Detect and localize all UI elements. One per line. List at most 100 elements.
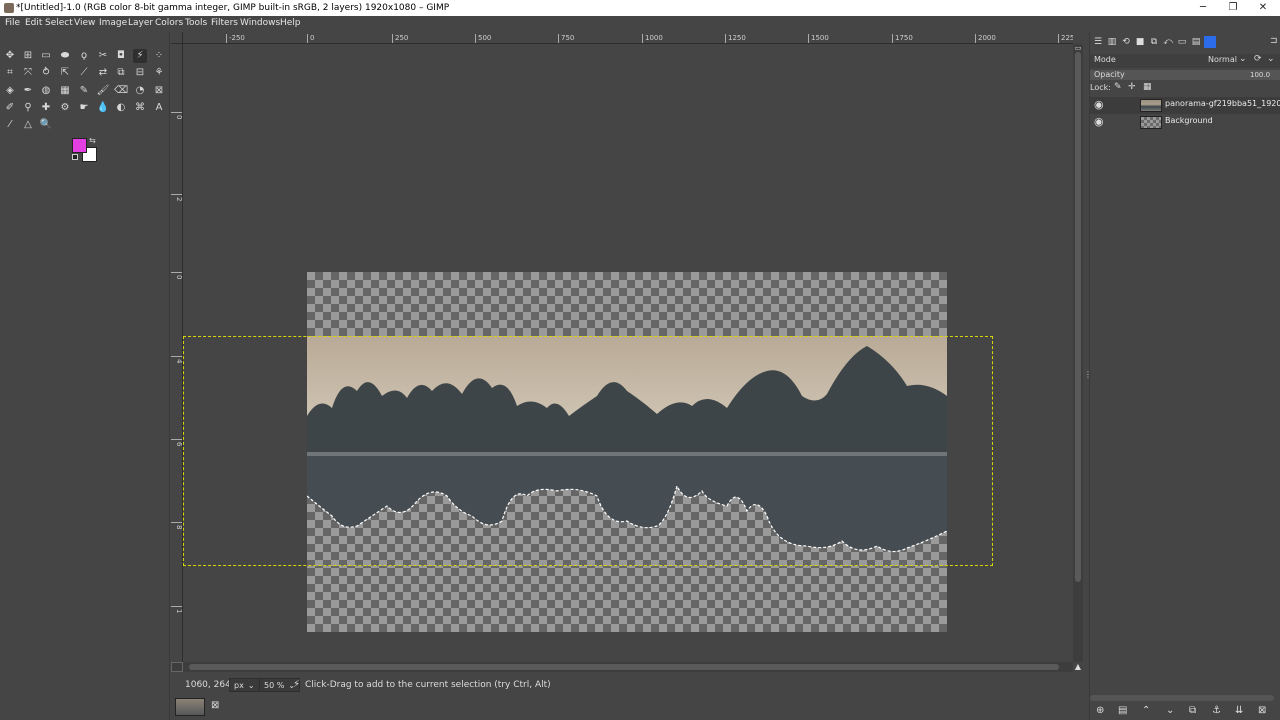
anchor-layer-icon[interactable]: ⚓ xyxy=(1212,705,1221,716)
flip-tool-icon[interactable]: ⇄ xyxy=(96,66,110,80)
foreground-color-swatch[interactable] xyxy=(72,138,87,153)
ellipse-select-tool-icon[interactable]: ⬬ xyxy=(58,49,72,63)
raise-layer-icon[interactable]: ⌃ xyxy=(1142,705,1150,716)
reset-mode-icon[interactable]: ⟳ xyxy=(1254,54,1262,64)
lock-position-icon[interactable]: ✛ xyxy=(1128,82,1136,92)
tool-options-tab-icon[interactable]: ☰ xyxy=(1092,36,1104,48)
pencil-tool-icon[interactable]: ✎ xyxy=(77,84,91,98)
merge-layer-icon[interactable]: ⇊ xyxy=(1235,705,1243,716)
brushes-tab-icon[interactable]: ▤ xyxy=(1190,36,1202,48)
close-image-icon[interactable]: ⊠ xyxy=(211,700,219,711)
shear-tool-icon[interactable]: ⟋ xyxy=(77,66,91,80)
image-tab-thumbnail[interactable] xyxy=(175,698,205,716)
cage-transform-tool-icon[interactable]: ⧉ xyxy=(114,66,128,80)
layers-horizontal-scrollbar[interactable] xyxy=(1090,695,1274,701)
unified-transform-tool-icon[interactable]: ⤧ xyxy=(21,66,35,80)
chevron-down-icon[interactable]: ⌄ xyxy=(1239,54,1247,64)
layer-mode-row[interactable]: Mode Normal ⌄ ⟳ ⌄ xyxy=(1090,54,1280,68)
unit-select[interactable]: px ⌄ xyxy=(229,678,260,692)
mypaint-brush-tool-icon[interactable]: ✐ xyxy=(3,101,17,115)
layer-name[interactable]: panorama-gf219bba51_1920.jpg xyxy=(1165,99,1280,108)
text-tool-icon[interactable]: A xyxy=(152,101,166,115)
lock-alpha-icon[interactable]: ▦ xyxy=(1143,82,1152,92)
smudge-tool-icon[interactable]: ☛ xyxy=(77,101,91,115)
navigate-icon[interactable]: ▭ xyxy=(1073,44,1083,52)
layer-row[interactable]: ◉ Background xyxy=(1090,114,1280,131)
dock-menu-icon[interactable]: ⊐ xyxy=(1270,36,1278,46)
delete-layer-icon[interactable]: ⊠ xyxy=(1258,705,1266,716)
paintbrush-tool-icon[interactable]: 🖌 xyxy=(96,84,110,98)
bucket-fill-tool-icon[interactable]: ◈ xyxy=(3,84,17,98)
quick-mask-toggle[interactable] xyxy=(171,662,183,672)
color-picker-tool-icon[interactable]: ⁄ xyxy=(3,118,17,132)
close-button[interactable]: ✕ xyxy=(1248,0,1278,16)
scissors-select-tool-icon[interactable]: ✂ xyxy=(96,49,110,63)
horizontal-ruler[interactable]: -250 0 250 500 750 1000 1250 1500 1750 2… xyxy=(183,32,1073,44)
eye-icon[interactable]: ◉ xyxy=(1094,98,1104,111)
eye-icon[interactable]: ◉ xyxy=(1094,115,1104,128)
lock-pixels-icon[interactable]: ✎ xyxy=(1114,82,1122,92)
crop-tool-icon[interactable]: ⌗ xyxy=(3,66,17,80)
opacity-slider[interactable]: Opacity 100.0 xyxy=(1090,70,1280,80)
vertical-scrollbar[interactable]: ▭ xyxy=(1073,44,1083,662)
color-balance-tool-icon[interactable]: ◍ xyxy=(39,84,53,98)
move-tool-icon[interactable]: ✥ xyxy=(3,49,17,63)
menu-layer[interactable]: Layer xyxy=(128,18,153,28)
undo-history-tab-icon[interactable]: ⟲ xyxy=(1120,36,1132,48)
paths-tab-icon[interactable]: ▭ xyxy=(1176,36,1188,48)
layer-row[interactable]: ◉ panorama-gf219bba51_1920.jpg xyxy=(1090,97,1280,114)
menu-file[interactable]: File xyxy=(5,18,20,28)
airbrush-tool-icon[interactable]: ◔ xyxy=(133,84,147,98)
new-layer-icon[interactable]: ⊕ xyxy=(1096,705,1104,716)
menu-filters[interactable]: Filters xyxy=(211,18,238,28)
heal-tool-icon[interactable]: ✚ xyxy=(39,101,53,115)
fuzzy-select-tool-icon[interactable]: ⚡ xyxy=(133,49,147,63)
image-canvas[interactable] xyxy=(183,44,1073,662)
horizontal-scrollbar[interactable] xyxy=(183,662,1073,672)
foreground-select-tool-icon[interactable]: ◘ xyxy=(114,49,128,63)
layers-tab-icon[interactable]: ⧉ xyxy=(1148,36,1160,48)
menu-help[interactable]: Help xyxy=(280,18,301,28)
swap-colors-icon[interactable]: ⇆ xyxy=(89,136,96,145)
colors-tab-icon[interactable] xyxy=(1204,36,1216,48)
path-tool-icon[interactable]: ⌘ xyxy=(133,101,147,115)
menu-image[interactable]: Image xyxy=(99,18,127,28)
perspective-tool-icon[interactable]: ⊟ xyxy=(133,66,147,80)
ink-tool-icon[interactable]: ⊠ xyxy=(152,84,166,98)
vertical-scroll-thumb[interactable] xyxy=(1075,52,1081,582)
gradient-tool-icon[interactable]: ▦ xyxy=(58,84,72,98)
clone-tool-icon[interactable]: ⚲ xyxy=(21,101,35,115)
images-tab-icon[interactable]: ■ xyxy=(1134,36,1146,48)
channels-tab-icon[interactable]: ⤺ xyxy=(1162,36,1174,48)
rect-select-tool-icon[interactable]: ▭ xyxy=(39,49,53,63)
layer-name[interactable]: Background xyxy=(1165,116,1213,125)
by-color-select-tool-icon[interactable]: ⁘ xyxy=(152,49,166,63)
zoom-image-icon[interactable]: ▲ xyxy=(1073,662,1083,672)
warp-transform-tool-icon[interactable]: ⥁ xyxy=(39,66,53,80)
dodge-burn-tool-icon[interactable]: ◐ xyxy=(114,101,128,115)
blur-tool-icon[interactable]: 💧 xyxy=(96,101,110,115)
reset-colors-icon[interactable] xyxy=(72,154,78,160)
device-status-tab-icon[interactable]: ▥ xyxy=(1106,36,1118,48)
ruler-corner[interactable] xyxy=(171,32,183,44)
horizontal-scroll-thumb[interactable] xyxy=(189,664,1059,670)
lower-layer-icon[interactable]: ⌄ xyxy=(1166,705,1174,716)
menu-edit[interactable]: Edit xyxy=(25,18,42,28)
minimize-button[interactable]: ─ xyxy=(1188,0,1218,16)
menu-view[interactable]: View xyxy=(74,18,95,28)
duplicate-layer-icon[interactable]: ⧉ xyxy=(1189,705,1196,716)
mode-select[interactable]: Normal xyxy=(1208,55,1237,64)
perspective-clone-tool-icon[interactable]: ⚙ xyxy=(58,101,72,115)
measure-tool-icon[interactable]: △ xyxy=(21,118,35,132)
align-tool-icon[interactable]: ⊞ xyxy=(21,49,35,63)
handle-transform-tool-icon[interactable]: ⇱ xyxy=(58,66,72,80)
chevron-down-icon[interactable]: ⌄ xyxy=(1267,54,1275,64)
free-select-tool-icon[interactable]: ϙ xyxy=(77,49,91,63)
menu-tools[interactable]: Tools xyxy=(185,18,207,28)
menu-windows[interactable]: Windows xyxy=(240,18,280,28)
seamless-clone-tool-icon[interactable]: ⚘ xyxy=(152,66,166,80)
vertical-ruler[interactable]: 0 2 0 4 6 8 1 xyxy=(171,44,183,662)
paths-tool-icon[interactable]: ✒ xyxy=(21,84,35,98)
menu-colors[interactable]: Colors xyxy=(155,18,183,28)
eraser-tool-icon[interactable]: ⌫ xyxy=(114,84,128,98)
